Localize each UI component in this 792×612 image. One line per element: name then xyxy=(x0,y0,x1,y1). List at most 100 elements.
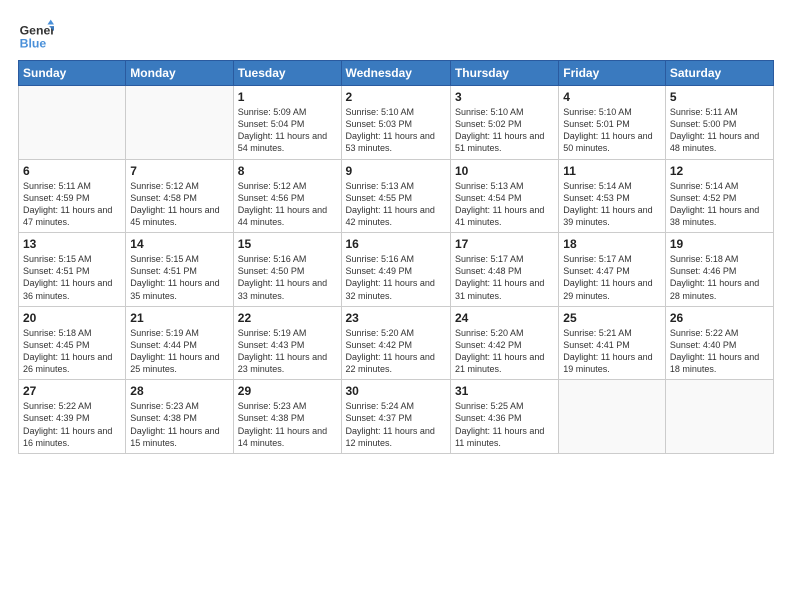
calendar-cell xyxy=(126,86,233,160)
day-info: Sunrise: 5:24 AM Sunset: 4:37 PM Dayligh… xyxy=(346,400,446,449)
calendar-cell: 22 Sunrise: 5:19 AM Sunset: 4:43 PM Dayli… xyxy=(233,306,341,380)
day-number: 24 xyxy=(455,311,554,325)
calendar-week-2: 13 Sunrise: 5:15 AM Sunset: 4:51 PM Dayli… xyxy=(19,233,774,307)
header-row: Sunday Monday Tuesday Wednesday Thursday… xyxy=(19,61,774,86)
calendar-cell xyxy=(665,380,773,454)
day-number: 27 xyxy=(23,384,121,398)
day-info: Sunrise: 5:22 AM Sunset: 4:39 PM Dayligh… xyxy=(23,400,121,449)
calendar-cell: 27 Sunrise: 5:22 AM Sunset: 4:39 PM Dayli… xyxy=(19,380,126,454)
day-info: Sunrise: 5:13 AM Sunset: 4:55 PM Dayligh… xyxy=(346,180,446,229)
day-number: 1 xyxy=(238,90,337,104)
calendar-cell: 29Sunrise: 5:23 AM Sunset: 4:38 PM Dayli… xyxy=(233,380,341,454)
day-info: Sunrise: 5:12 AM Sunset: 4:58 PM Dayligh… xyxy=(130,180,228,229)
calendar-cell xyxy=(19,86,126,160)
day-info: Sunrise: 5:10 AM Sunset: 5:03 PM Dayligh… xyxy=(346,106,446,155)
calendar-cell: 4Sunrise: 5:10 AM Sunset: 5:01 PM Daylig… xyxy=(559,86,666,160)
calendar-week-3: 20Sunrise: 5:18 AM Sunset: 4:45 PM Dayli… xyxy=(19,306,774,380)
calendar-cell: 5 Sunrise: 5:11 AM Sunset: 5:00 PM Daylig… xyxy=(665,86,773,160)
day-number: 16 xyxy=(346,237,446,251)
day-info: Sunrise: 5:14 AM Sunset: 4:53 PM Dayligh… xyxy=(563,180,661,229)
day-info: Sunrise: 5:17 AM Sunset: 4:48 PM Dayligh… xyxy=(455,253,554,302)
calendar-week-0: 1Sunrise: 5:09 AM Sunset: 5:04 PM Daylig… xyxy=(19,86,774,160)
calendar-cell: 16 Sunrise: 5:16 AM Sunset: 4:49 PM Dayli… xyxy=(341,233,450,307)
calendar-cell: 14 Sunrise: 5:15 AM Sunset: 4:51 PM Dayli… xyxy=(126,233,233,307)
day-info: Sunrise: 5:19 AM Sunset: 4:43 PM Dayligh… xyxy=(238,327,337,376)
day-info: Sunrise: 5:11 AM Sunset: 5:00 PM Dayligh… xyxy=(670,106,769,155)
calendar-cell: 9 Sunrise: 5:13 AM Sunset: 4:55 PM Daylig… xyxy=(341,159,450,233)
logo-icon: General Blue xyxy=(18,18,54,54)
col-friday: Friday xyxy=(559,61,666,86)
day-info: Sunrise: 5:17 AM Sunset: 4:47 PM Dayligh… xyxy=(563,253,661,302)
calendar-week-1: 6Sunrise: 5:11 AM Sunset: 4:59 PM Daylig… xyxy=(19,159,774,233)
day-number: 17 xyxy=(455,237,554,251)
calendar-cell: 7 Sunrise: 5:12 AM Sunset: 4:58 PM Daylig… xyxy=(126,159,233,233)
calendar-cell: 23 Sunrise: 5:20 AM Sunset: 4:42 PM Dayli… xyxy=(341,306,450,380)
calendar-cell: 31 Sunrise: 5:25 AM Sunset: 4:36 PM Dayli… xyxy=(450,380,558,454)
calendar-cell: 18Sunrise: 5:17 AM Sunset: 4:47 PM Dayli… xyxy=(559,233,666,307)
col-sunday: Sunday xyxy=(19,61,126,86)
day-info: Sunrise: 5:19 AM Sunset: 4:44 PM Dayligh… xyxy=(130,327,228,376)
day-number: 9 xyxy=(346,164,446,178)
day-info: Sunrise: 5:15 AM Sunset: 4:51 PM Dayligh… xyxy=(23,253,121,302)
col-thursday: Thursday xyxy=(450,61,558,86)
day-info: Sunrise: 5:22 AM Sunset: 4:40 PM Dayligh… xyxy=(670,327,769,376)
calendar-week-4: 27 Sunrise: 5:22 AM Sunset: 4:39 PM Dayli… xyxy=(19,380,774,454)
day-number: 2 xyxy=(346,90,446,104)
day-number: 14 xyxy=(130,237,228,251)
calendar-header: Sunday Monday Tuesday Wednesday Thursday… xyxy=(19,61,774,86)
day-number: 12 xyxy=(670,164,769,178)
day-info: Sunrise: 5:16 AM Sunset: 4:50 PM Dayligh… xyxy=(238,253,337,302)
calendar-cell: 17 Sunrise: 5:17 AM Sunset: 4:48 PM Dayli… xyxy=(450,233,558,307)
calendar-cell: 15 Sunrise: 5:16 AM Sunset: 4:50 PM Dayli… xyxy=(233,233,341,307)
calendar-cell: 25Sunrise: 5:21 AM Sunset: 4:41 PM Dayli… xyxy=(559,306,666,380)
day-number: 30 xyxy=(346,384,446,398)
col-monday: Monday xyxy=(126,61,233,86)
day-info: Sunrise: 5:25 AM Sunset: 4:36 PM Dayligh… xyxy=(455,400,554,449)
day-info: Sunrise: 5:20 AM Sunset: 4:42 PM Dayligh… xyxy=(346,327,446,376)
day-info: Sunrise: 5:23 AM Sunset: 4:38 PM Dayligh… xyxy=(130,400,228,449)
day-info: Sunrise: 5:16 AM Sunset: 4:49 PM Dayligh… xyxy=(346,253,446,302)
calendar-cell: 21 Sunrise: 5:19 AM Sunset: 4:44 PM Dayli… xyxy=(126,306,233,380)
calendar-cell: 13 Sunrise: 5:15 AM Sunset: 4:51 PM Dayli… xyxy=(19,233,126,307)
day-number: 11 xyxy=(563,164,661,178)
day-info: Sunrise: 5:12 AM Sunset: 4:56 PM Dayligh… xyxy=(238,180,337,229)
calendar-cell: 1Sunrise: 5:09 AM Sunset: 5:04 PM Daylig… xyxy=(233,86,341,160)
col-wednesday: Wednesday xyxy=(341,61,450,86)
calendar-cell: 2 Sunrise: 5:10 AM Sunset: 5:03 PM Daylig… xyxy=(341,86,450,160)
day-number: 7 xyxy=(130,164,228,178)
svg-text:Blue: Blue xyxy=(20,36,47,50)
day-number: 25 xyxy=(563,311,661,325)
day-number: 6 xyxy=(23,164,121,178)
day-info: Sunrise: 5:14 AM Sunset: 4:52 PM Dayligh… xyxy=(670,180,769,229)
day-info: Sunrise: 5:13 AM Sunset: 4:54 PM Dayligh… xyxy=(455,180,554,229)
day-number: 23 xyxy=(346,311,446,325)
calendar-body: 1Sunrise: 5:09 AM Sunset: 5:04 PM Daylig… xyxy=(19,86,774,454)
day-info: Sunrise: 5:10 AM Sunset: 5:02 PM Dayligh… xyxy=(455,106,554,155)
calendar-cell: 12 Sunrise: 5:14 AM Sunset: 4:52 PM Dayli… xyxy=(665,159,773,233)
calendar-cell: 28 Sunrise: 5:23 AM Sunset: 4:38 PM Dayli… xyxy=(126,380,233,454)
calendar: Sunday Monday Tuesday Wednesday Thursday… xyxy=(18,60,774,454)
day-number: 8 xyxy=(238,164,337,178)
day-number: 3 xyxy=(455,90,554,104)
day-info: Sunrise: 5:18 AM Sunset: 4:46 PM Dayligh… xyxy=(670,253,769,302)
day-number: 5 xyxy=(670,90,769,104)
day-number: 15 xyxy=(238,237,337,251)
day-number: 28 xyxy=(130,384,228,398)
day-number: 26 xyxy=(670,311,769,325)
day-info: Sunrise: 5:20 AM Sunset: 4:42 PM Dayligh… xyxy=(455,327,554,376)
day-number: 21 xyxy=(130,311,228,325)
day-number: 10 xyxy=(455,164,554,178)
day-number: 13 xyxy=(23,237,121,251)
day-number: 4 xyxy=(563,90,661,104)
day-info: Sunrise: 5:15 AM Sunset: 4:51 PM Dayligh… xyxy=(130,253,228,302)
calendar-cell: 20Sunrise: 5:18 AM Sunset: 4:45 PM Dayli… xyxy=(19,306,126,380)
day-number: 22 xyxy=(238,311,337,325)
day-number: 31 xyxy=(455,384,554,398)
day-info: Sunrise: 5:23 AM Sunset: 4:38 PM Dayligh… xyxy=(238,400,337,449)
svg-text:General: General xyxy=(20,23,54,37)
calendar-cell: 8 Sunrise: 5:12 AM Sunset: 4:56 PM Daylig… xyxy=(233,159,341,233)
logo: General Blue xyxy=(18,18,58,54)
header: General Blue xyxy=(18,18,774,54)
calendar-cell: 3 Sunrise: 5:10 AM Sunset: 5:02 PM Daylig… xyxy=(450,86,558,160)
day-info: Sunrise: 5:18 AM Sunset: 4:45 PM Dayligh… xyxy=(23,327,121,376)
